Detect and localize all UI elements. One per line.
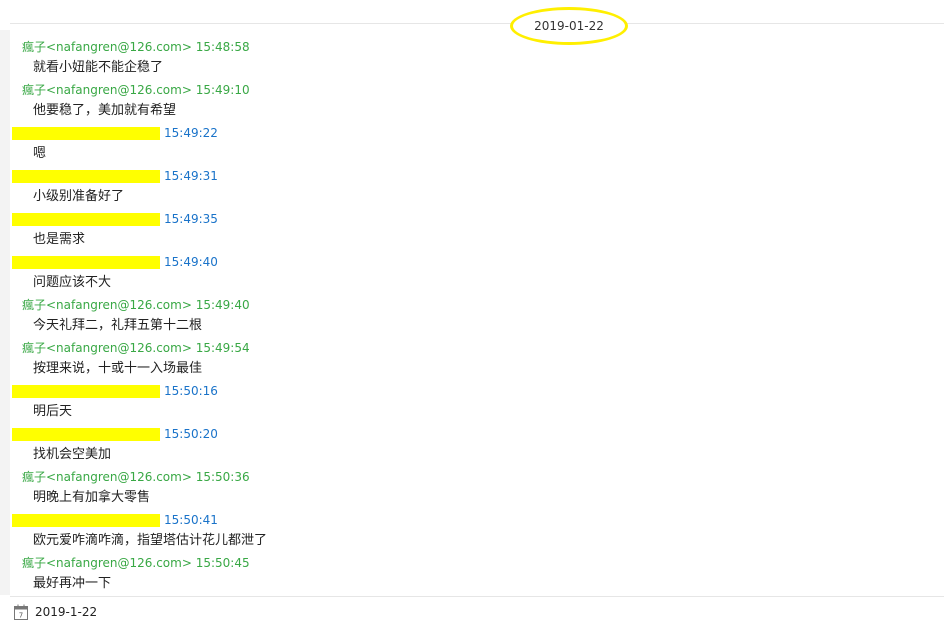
sender-name: 瘋子<nafangren@126.com> bbox=[22, 556, 192, 570]
bottom-divider bbox=[10, 596, 944, 597]
message-time: 15:49:40 bbox=[164, 255, 218, 269]
message-header: 15:50:20 bbox=[12, 425, 218, 443]
message-header: 15:50:16 bbox=[12, 382, 218, 400]
message-time: 15:49:35 bbox=[164, 212, 218, 226]
message-text: 欧元爱咋滴咋滴，指望塔估计花儿都泄了 bbox=[33, 533, 268, 548]
redacted-sender-highlight bbox=[12, 385, 160, 398]
message-text: 明晚上有加拿大零售 bbox=[33, 490, 151, 505]
message-text: 找机会空美加 bbox=[33, 447, 112, 462]
calendar-icon[interactable]: 7 bbox=[14, 604, 28, 620]
message-text: 明后天 bbox=[33, 404, 73, 419]
sender-name: 瘋子<nafangren@126.com> bbox=[22, 298, 192, 312]
message-header: 瘋子<nafangren@126.com> 15:48:58 bbox=[22, 38, 250, 56]
message-text: 就看小妞能不能企稳了 bbox=[33, 60, 164, 75]
svg-text:7: 7 bbox=[19, 612, 23, 620]
message-time: 15:50:16 bbox=[164, 384, 218, 398]
message-text: 今天礼拜二，礼拜五第十二根 bbox=[33, 318, 203, 333]
redacted-sender-highlight bbox=[12, 170, 160, 183]
chat-history-window: 2019-01-22 瘋子<nafangren@126.com> 15:48:5… bbox=[0, 0, 944, 627]
message-header: 15:49:22 bbox=[12, 124, 218, 142]
message-time: 15:48:58 bbox=[195, 40, 250, 54]
message-header: 瘋子<nafangren@126.com> 15:50:45 bbox=[22, 554, 250, 572]
message-item: 瘋子<nafangren@126.com> 15:48:58 就看小妞能不能企稳了 bbox=[0, 36, 700, 79]
message-item: 15:50:20 找机会空美加 bbox=[0, 423, 700, 466]
message-text: 他要稳了，美加就有希望 bbox=[33, 103, 177, 118]
message-text: 也是需求 bbox=[33, 232, 86, 247]
redacted-sender-highlight bbox=[12, 514, 160, 527]
message-item: 瘋子<nafangren@126.com> 15:50:36 明晚上有加拿大零售 bbox=[0, 466, 700, 509]
message-text: 小级别准备好了 bbox=[33, 189, 125, 204]
message-text: 嗯 bbox=[33, 146, 47, 161]
sender-name: 瘋子<nafangren@126.com> bbox=[22, 40, 192, 54]
footer-date: 7 2019-1-22 bbox=[14, 603, 97, 621]
message-time: 15:49:54 bbox=[195, 341, 250, 355]
message-text: 按理来说，十或十一入场最佳 bbox=[33, 361, 203, 376]
message-item: 瘋子<nafangren@126.com> 15:50:45 最好再冲一下 bbox=[0, 552, 700, 595]
message-time: 15:50:36 bbox=[195, 470, 250, 484]
message-item: 15:50:16 明后天 bbox=[0, 380, 700, 423]
message-header: 瘋子<nafangren@126.com> 15:49:54 bbox=[22, 339, 250, 357]
message-header: 15:49:35 bbox=[12, 210, 218, 228]
message-item: 15:49:22 嗯 bbox=[0, 122, 700, 165]
message-time: 15:50:45 bbox=[195, 556, 250, 570]
redacted-sender-highlight bbox=[12, 127, 160, 140]
message-item: 15:49:31 小级别准备好了 bbox=[0, 165, 700, 208]
message-list: 瘋子<nafangren@126.com> 15:48:58 就看小妞能不能企稳了… bbox=[0, 36, 700, 595]
top-divider bbox=[10, 23, 944, 24]
redacted-sender-highlight bbox=[12, 256, 160, 269]
redacted-sender-highlight bbox=[12, 428, 160, 441]
message-header: 15:49:31 bbox=[12, 167, 218, 185]
sender-name: 瘋子<nafangren@126.com> bbox=[22, 83, 192, 97]
message-time: 15:50:20 bbox=[164, 427, 218, 441]
footer-date-label: 2019-1-22 bbox=[35, 605, 98, 619]
message-text: 最好再冲一下 bbox=[33, 576, 112, 591]
message-item: 瘋子<nafangren@126.com> 15:49:10 他要稳了，美加就有希… bbox=[0, 79, 700, 122]
sender-name: 瘋子<nafangren@126.com> bbox=[22, 341, 192, 355]
sender-name: 瘋子<nafangren@126.com> bbox=[22, 470, 192, 484]
message-time: 15:49:10 bbox=[195, 83, 250, 97]
message-item: 瘋子<nafangren@126.com> 15:49:54 按理来说，十或十一入… bbox=[0, 337, 700, 380]
message-header: 瘋子<nafangren@126.com> 15:49:10 bbox=[22, 81, 250, 99]
message-header: 瘋子<nafangren@126.com> 15:50:36 bbox=[22, 468, 250, 486]
message-item: 15:49:40 问题应该不大 bbox=[0, 251, 700, 294]
message-item: 15:49:35 也是需求 bbox=[0, 208, 700, 251]
message-time: 15:49:22 bbox=[164, 126, 218, 140]
message-header: 15:49:40 bbox=[12, 253, 218, 271]
message-time: 15:49:40 bbox=[195, 298, 250, 312]
redacted-sender-highlight bbox=[12, 213, 160, 226]
message-item: 15:50:41 欧元爱咋滴咋滴，指望塔估计花儿都泄了 bbox=[0, 509, 700, 552]
message-time: 15:50:41 bbox=[164, 513, 218, 527]
message-text: 问题应该不大 bbox=[33, 275, 112, 290]
message-header: 瘋子<nafangren@126.com> 15:49:40 bbox=[22, 296, 250, 314]
message-header: 15:50:41 bbox=[12, 511, 218, 529]
message-time: 15:49:31 bbox=[164, 169, 218, 183]
message-item: 瘋子<nafangren@126.com> 15:49:40 今天礼拜二，礼拜五第… bbox=[0, 294, 700, 337]
